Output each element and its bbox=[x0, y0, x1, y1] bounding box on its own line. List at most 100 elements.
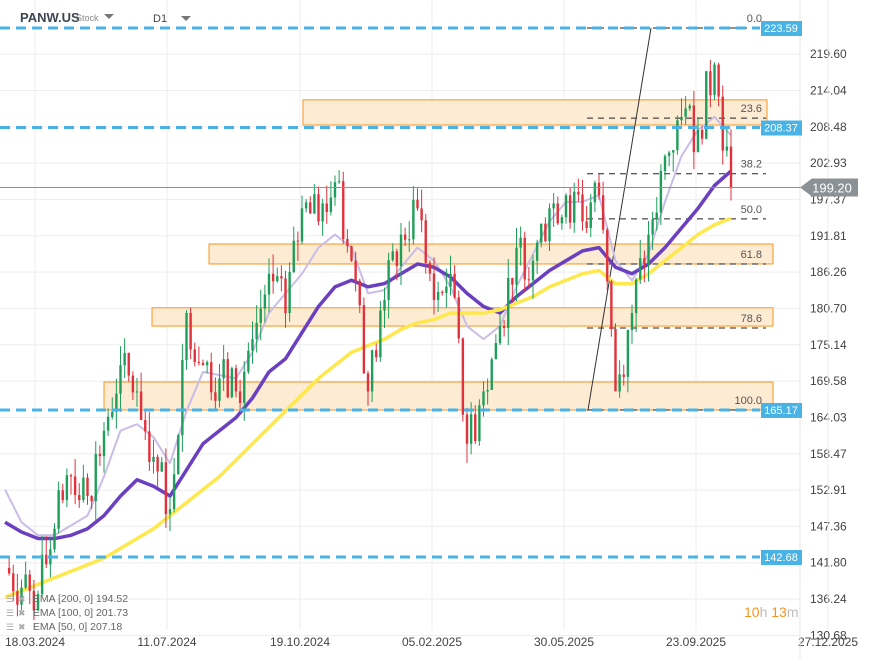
candle-body bbox=[717, 64, 720, 97]
close-icon[interactable]: ✖ bbox=[18, 594, 30, 605]
candle-body bbox=[647, 234, 650, 265]
candle-body bbox=[564, 195, 568, 218]
fib-level-label: 38.2 bbox=[741, 159, 762, 171]
candle-body bbox=[185, 312, 188, 361]
candle-body bbox=[243, 371, 246, 403]
y-tick-label: 175.14 bbox=[810, 338, 847, 352]
candle-body bbox=[531, 260, 535, 281]
y-tick-label: 147.36 bbox=[810, 519, 847, 533]
candle-body bbox=[630, 312, 634, 331]
y-tick-label: 180.70 bbox=[810, 301, 847, 315]
menu-icon[interactable]: ☰ bbox=[6, 608, 18, 619]
candle-body bbox=[436, 291, 440, 300]
candle-body bbox=[474, 414, 477, 442]
menu-icon[interactable]: ☰ bbox=[6, 622, 18, 633]
y-tick-label: 136.24 bbox=[810, 592, 847, 606]
y-tick-label: 208.48 bbox=[810, 120, 847, 134]
candle-body bbox=[412, 199, 415, 240]
legend-label: EMA [200, 0] 194.52 bbox=[32, 593, 129, 605]
candle-body bbox=[379, 310, 382, 358]
candle-body bbox=[556, 203, 559, 224]
x-tick-label: 27.12.2025 bbox=[798, 635, 858, 649]
y-tick-label: 219.60 bbox=[810, 47, 847, 61]
price-chart[interactable]: 219.60214.04208.48202.93197.37191.81186.… bbox=[0, 0, 871, 659]
candle-body bbox=[263, 294, 267, 309]
candle-body bbox=[453, 273, 456, 298]
candle-body bbox=[94, 453, 97, 502]
legend-ema-50[interactable]: ☰ ✖ EMA [50, 0] 207.18 bbox=[6, 621, 122, 633]
candle-body bbox=[342, 181, 345, 240]
legend-label: EMA [100, 0] 201.73 bbox=[32, 607, 129, 619]
candle-body bbox=[688, 105, 691, 109]
candle-body bbox=[309, 202, 312, 214]
candle-body bbox=[610, 281, 613, 329]
candle-body bbox=[354, 260, 357, 281]
candle-body bbox=[226, 359, 229, 398]
candle-body bbox=[700, 129, 704, 139]
fib-level-label: 50.0 bbox=[741, 204, 762, 216]
candle-body bbox=[370, 350, 374, 392]
symbol-name[interactable]: PANW.US bbox=[20, 10, 80, 25]
candle-body bbox=[441, 291, 444, 293]
candle-body bbox=[626, 330, 630, 377]
candle-body bbox=[366, 373, 370, 392]
candle-body bbox=[218, 378, 221, 401]
candle-body bbox=[395, 251, 399, 267]
level-price-label: 142.68 bbox=[764, 552, 798, 564]
y-tick-label: 202.93 bbox=[810, 156, 847, 170]
close-icon[interactable]: ✖ bbox=[18, 622, 30, 633]
candle-body bbox=[78, 495, 81, 501]
fib-level-label: 23.6 bbox=[741, 103, 762, 115]
candle-body bbox=[280, 276, 283, 279]
candle-body bbox=[325, 203, 328, 213]
candle-body bbox=[28, 574, 31, 591]
legend-ema-100[interactable]: ☰ ✖ EMA [100, 0] 201.73 bbox=[6, 607, 128, 619]
fib-level-label: 61.8 bbox=[741, 249, 762, 261]
x-tick-label: 23.09.2025 bbox=[666, 635, 726, 649]
candle-body bbox=[507, 277, 510, 328]
y-tick-label: 214.04 bbox=[810, 83, 847, 97]
candle-body bbox=[156, 456, 159, 472]
candle-body bbox=[601, 195, 605, 230]
level-price-label: 208.37 bbox=[764, 123, 798, 135]
candle-body bbox=[614, 328, 617, 392]
x-tick-label: 19.10.2024 bbox=[270, 635, 330, 649]
candle-body bbox=[346, 239, 349, 247]
x-tick-label: 11.07.2024 bbox=[137, 635, 196, 649]
candle-body bbox=[61, 490, 64, 501]
candle-body bbox=[573, 191, 576, 223]
close-icon[interactable]: ✖ bbox=[18, 608, 30, 619]
candle-body bbox=[684, 108, 687, 117]
candle-body bbox=[139, 391, 143, 420]
candle-body bbox=[337, 181, 341, 183]
candle-body bbox=[676, 120, 679, 151]
candle-body bbox=[634, 279, 638, 313]
candle-body bbox=[552, 203, 555, 209]
candle-body bbox=[391, 251, 394, 261]
timeframe-selector[interactable]: D1 bbox=[153, 13, 167, 25]
candle-body bbox=[210, 362, 213, 393]
candle-body bbox=[201, 362, 205, 366]
candle-body bbox=[445, 286, 448, 293]
level-price-label: 165.17 bbox=[764, 405, 798, 417]
timeframe-dropdown-icon[interactable] bbox=[181, 16, 191, 21]
candle-body bbox=[358, 280, 361, 306]
candle-body bbox=[606, 229, 609, 282]
candle-body bbox=[589, 202, 592, 228]
candle-body bbox=[469, 414, 473, 444]
legend-ema-200[interactable]: ☰ ✖ EMA [200, 0] 194.52 bbox=[6, 593, 128, 605]
candle-body bbox=[40, 554, 44, 595]
candle-body bbox=[181, 360, 184, 436]
candle-body bbox=[172, 474, 176, 510]
candle-body bbox=[511, 277, 514, 285]
candle-body bbox=[148, 431, 151, 462]
menu-icon[interactable]: ☰ bbox=[6, 594, 18, 605]
candle-body bbox=[639, 258, 642, 280]
candle-body bbox=[321, 203, 324, 222]
candle-body bbox=[457, 297, 460, 339]
candle-body bbox=[577, 191, 580, 195]
candle-body bbox=[238, 391, 242, 403]
candle-body bbox=[535, 242, 539, 261]
fib-level-label: 78.6 bbox=[741, 313, 762, 325]
symbol-dropdown-icon[interactable] bbox=[104, 14, 114, 19]
